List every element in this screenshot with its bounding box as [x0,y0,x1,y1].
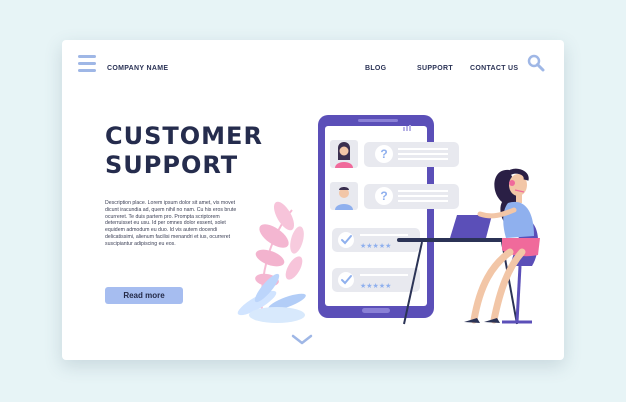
support-agent-illustration [464,168,540,324]
landing-page-card: COMPANY NAME BLOG SUPPORT CONTACT US CUS… [62,40,564,360]
svg-text:★★★★★: ★★★★★ [360,242,391,250]
chevron-down-icon[interactable] [291,334,313,346]
chat-message-question-1: ? [330,140,459,168]
chat-message-question-2: ? [330,182,459,210]
review-card-2: ★★★★★ [332,268,420,292]
svg-text:?: ? [380,147,387,161]
svg-text:?: ? [380,189,387,203]
svg-text:★★★★★: ★★★★★ [360,282,391,290]
plant-decoration [237,201,306,323]
customer-support-illustration: ? ? ★★★★★ ★★★★★ [237,115,540,325]
